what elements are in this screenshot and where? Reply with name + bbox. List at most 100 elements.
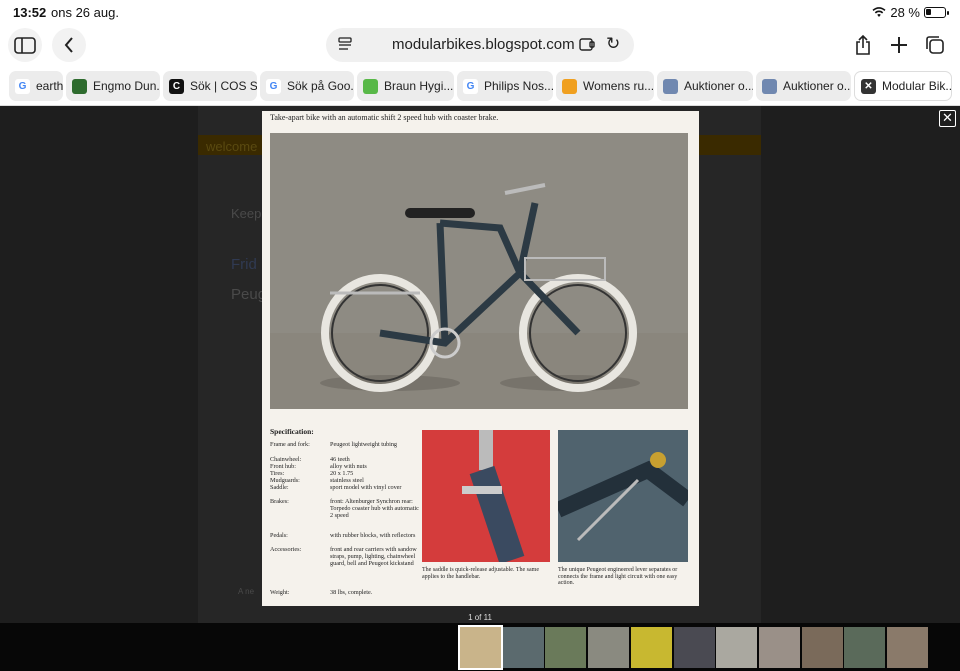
seatpost-photo (422, 430, 550, 562)
spec-key: Pedals: (270, 532, 288, 539)
extensions-icon[interactable] (578, 35, 596, 53)
spec-value: 46 teeth (330, 456, 350, 463)
blog-text: A ne (238, 587, 255, 596)
frame-lever-photo (558, 430, 688, 562)
url-text: modularbikes.blogspot.com (392, 36, 575, 53)
thumbnail[interactable] (588, 627, 630, 668)
tab-item[interactable]: Gearth (9, 71, 63, 101)
tabs-icon (926, 36, 944, 54)
spec-value: 38 lbs, complete. (330, 589, 373, 596)
tab-item-active[interactable]: ✕ Modular Bik... (854, 71, 952, 101)
google-icon: G (266, 78, 281, 94)
auction-icon (762, 78, 777, 94)
chevron-left-icon (64, 37, 73, 53)
spec-key: Brakes: (270, 498, 289, 505)
tab-overview-button[interactable] (918, 28, 952, 62)
google-icon: G (15, 78, 30, 94)
tab-label: Auktioner o... (783, 79, 851, 93)
tab-item[interactable]: Auktioner o... (657, 71, 753, 101)
tab-label: Sök på Goo... (287, 79, 354, 93)
spec-key: Saddle: (270, 484, 289, 491)
tab-item[interactable]: G Sök på Goo... (260, 71, 354, 101)
tab-label: Auktioner o... (684, 79, 753, 93)
thumbnail[interactable] (545, 627, 587, 668)
tab-item[interactable]: G Philips Nos... (457, 71, 553, 101)
spec-key: Chainwheel: (270, 456, 302, 463)
cos-icon: C (169, 78, 184, 94)
thumbnail-strip (0, 623, 960, 671)
address-bar[interactable]: modularbikes.blogspot.com ↻ (326, 28, 634, 62)
close-tab-icon[interactable]: ✕ (861, 78, 876, 94)
sidebar-icon (14, 36, 36, 54)
lightbox-image[interactable]: Take-apart bike with an automatic shift … (262, 111, 699, 606)
globe-icon (72, 78, 87, 94)
auction-icon (663, 78, 678, 94)
spec-key: Mudguards: (270, 477, 300, 484)
thumbnail[interactable] (716, 627, 758, 668)
caption-seatpost: The saddle is quick-release adjustable. … (422, 567, 540, 580)
spec-value: 20 x 1.75 (330, 470, 354, 477)
share-icon (856, 34, 870, 55)
spec-key: Front hub: (270, 463, 296, 470)
thumbnail[interactable] (758, 627, 800, 668)
battery-icon (924, 7, 949, 18)
browser-toolbar: modularbikes.blogspot.com ↻ (0, 26, 960, 68)
spec-value: stainless steel (330, 477, 364, 484)
spec-value: sport model with vinyl cover (330, 484, 402, 491)
spec-value: front and rear carriers with sandow stra… (330, 546, 417, 567)
google-icon: G (463, 78, 478, 94)
spec-value: alloy with nuts (330, 463, 367, 470)
share-button[interactable] (846, 28, 880, 62)
tab-label: Modular Bik... (882, 79, 952, 93)
tab-bar: Gearth Engmo Dun... C Sök | COS SE G Sök p… (0, 68, 960, 106)
spec-value: with rubber blocks, with reflectors (330, 532, 416, 539)
blog-post-link[interactable]: Frid (231, 256, 257, 273)
sidebar-toggle-button[interactable] (8, 28, 42, 62)
tab-item[interactable]: Braun Hygi... (357, 71, 454, 101)
spec-key: Tires: (270, 470, 285, 477)
thumbnail[interactable] (630, 627, 672, 668)
blog-post-title: Peug (231, 286, 267, 303)
reload-icon[interactable]: ↻ (606, 34, 620, 54)
thumbnail[interactable] (887, 627, 928, 668)
back-button[interactable] (52, 28, 86, 62)
tab-label: Sök | COS SE (190, 79, 257, 93)
thumbnail[interactable] (844, 627, 886, 668)
status-date: ons 26 aug. (51, 5, 119, 20)
spec-key: Accessories: (270, 546, 302, 553)
tab-label: earth (36, 79, 63, 93)
tab-label: Philips Nos... (484, 79, 553, 93)
thumbnail[interactable] (673, 627, 715, 668)
status-time: 13:52 (13, 5, 47, 20)
spec-key: Frame and fork: (270, 441, 310, 448)
thumbnail[interactable] (801, 627, 843, 668)
battery-percent: 28 % (890, 5, 920, 20)
tab-item[interactable]: Engmo Dun... (66, 71, 160, 101)
thumbnail-active[interactable] (458, 625, 503, 670)
tab-label: Braun Hygi... (384, 79, 454, 93)
spec-value: front: Altenburger Synchron rear: Torped… (330, 498, 419, 519)
tab-item[interactable]: Womens ru... (556, 71, 654, 101)
wifi-icon (872, 7, 886, 17)
status-right: 28 % (872, 5, 949, 20)
battery-fill (926, 9, 932, 15)
ad-icon (562, 78, 577, 94)
brochure-heading: Take-apart bike with an automatic shift … (270, 113, 499, 122)
status-bar: 13:52 ons 26 aug. 28 % (0, 0, 960, 26)
tab-label: Engmo Dun... (93, 79, 160, 93)
spec-title: Specification: (270, 427, 314, 436)
tab-item[interactable]: C Sök | COS SE (163, 71, 257, 101)
caption-lever: The unique Peugeot engineered lever sepa… (558, 567, 678, 586)
spec-value: Peugeot lightweight tubing (330, 441, 398, 448)
plus-icon (891, 37, 907, 53)
spec-key: Weight: (270, 589, 290, 596)
blog-welcome-text: welcome (206, 139, 258, 154)
bicycle-photo (270, 133, 688, 409)
image-counter: 1 of 11 (468, 613, 492, 622)
new-tab-button[interactable] (882, 28, 916, 62)
tab-item[interactable]: Auktioner o... (756, 71, 851, 101)
page-menu-icon[interactable] (338, 37, 352, 51)
close-lightbox-button[interactable]: ✕ (939, 110, 956, 127)
thumbnail[interactable] (502, 627, 544, 668)
blog-text: Keep (231, 206, 262, 221)
